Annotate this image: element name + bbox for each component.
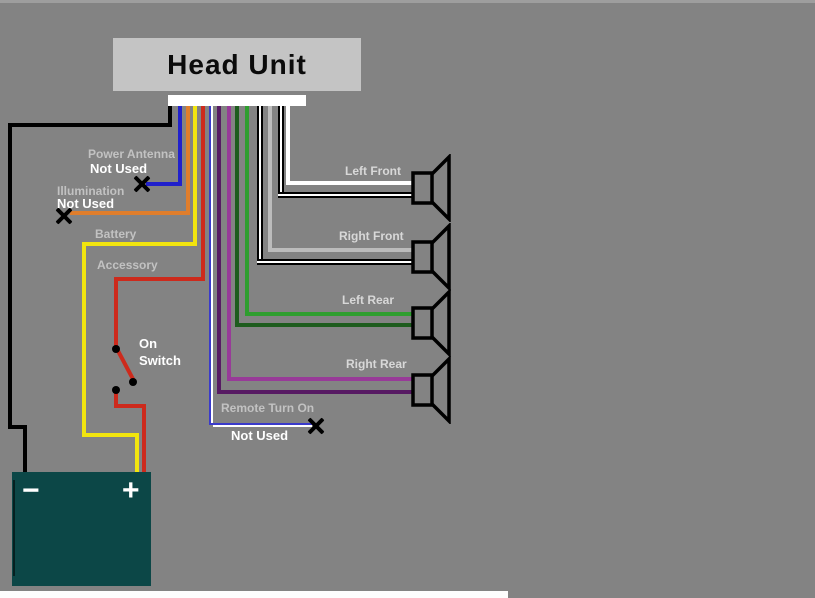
left-rear-neg-wire-segment <box>235 323 413 327</box>
on-switch-label-line2: Switch <box>139 353 181 368</box>
right-front-pos-wire-segment <box>268 248 413 252</box>
right-rear-speaker-label: Right Rear <box>346 357 407 371</box>
battery-wire-segment <box>82 433 139 437</box>
head-unit-title: Head Unit <box>167 49 307 81</box>
power-antenna-not-used-label: Not Used <box>90 161 147 176</box>
battery-wire-segment <box>193 106 197 246</box>
battery-wire-label: Battery <box>95 227 136 241</box>
wiring-diagram-canvas: Head Unit <box>0 0 815 598</box>
left-front-speaker-label: Left Front <box>345 164 401 178</box>
battery-inner-edge-line <box>13 480 15 576</box>
speaker-icon <box>409 289 453 357</box>
head-unit-box: Head Unit <box>113 38 361 91</box>
remote-turn-on-not-used-label: Not Used <box>231 428 288 443</box>
right-front-pos-wire-segment <box>268 106 272 252</box>
battery-box: − + <box>12 472 151 586</box>
remote-turn-on-wire-segment <box>213 425 312 427</box>
on-switch-label-line1: On <box>139 336 157 351</box>
ground-wire-segment <box>8 123 172 127</box>
battery-wire-segment <box>82 242 197 246</box>
left-front-neg-wire-segment <box>278 192 413 198</box>
right-rear-pos-wire-segment <box>227 106 231 381</box>
accessory-wire-label: Accessory <box>97 258 158 272</box>
on-switch-label: On Switch <box>139 335 181 369</box>
switch-terminal-dot <box>112 386 120 394</box>
not-used-x-remote-turn-on <box>306 416 326 436</box>
switch-terminal-dot <box>112 345 120 353</box>
right-rear-neg-wire-segment <box>217 390 413 394</box>
illumination-wire-segment <box>70 211 190 215</box>
not-used-x-power-antenna <box>132 174 152 194</box>
right-rear-speaker-icon <box>409 356 453 424</box>
battery-wire-segment <box>82 242 86 437</box>
left-rear-pos-wire-segment <box>245 312 413 316</box>
right-rear-pos-wire-segment <box>227 377 413 381</box>
accessory-wire-segment <box>142 404 146 472</box>
left-rear-speaker-icon <box>409 289 453 357</box>
accessory-wire-segment <box>201 106 205 281</box>
left-rear-speaker-label: Left Rear <box>342 293 394 307</box>
speaker-icon <box>409 223 453 291</box>
speaker-icon <box>409 356 453 424</box>
battery-wire-segment <box>135 433 139 472</box>
illumination-not-used-label: Not Used <box>57 196 114 211</box>
illumination-wire-segment <box>186 106 190 215</box>
left-front-neg-wire-segment <box>278 106 284 198</box>
switch-blade-end-dot <box>129 378 137 386</box>
top-edge-strip <box>0 0 815 3</box>
bottom-edge-strip <box>0 591 508 598</box>
power-antenna-wire-segment <box>178 106 182 186</box>
battery-minus-terminal: − <box>22 476 40 506</box>
right-front-neg-wire-segment <box>257 259 413 265</box>
right-rear-neg-wire-segment <box>217 106 221 394</box>
battery-plus-terminal: + <box>122 476 140 506</box>
left-rear-pos-wire-segment <box>245 106 249 316</box>
remote-turn-on-label: Remote Turn On <box>221 401 314 415</box>
right-front-neg-wire-segment <box>257 106 263 265</box>
ground-wire-segment <box>23 425 27 472</box>
speaker-icon <box>409 154 453 222</box>
left-front-pos-wire-segment <box>286 181 413 185</box>
remote-turn-on-wire-segment <box>211 106 213 425</box>
right-front-speaker-icon <box>409 223 453 291</box>
head-unit-connector <box>168 95 306 106</box>
left-front-pos-wire-segment <box>286 106 290 185</box>
power-antenna-label: Power Antenna <box>88 147 175 161</box>
accessory-wire-segment <box>114 277 118 349</box>
left-front-speaker-icon <box>409 154 453 222</box>
accessory-wire-segment <box>114 277 205 281</box>
ground-wire-segment <box>8 123 12 429</box>
left-rear-neg-wire-segment <box>235 106 239 327</box>
right-front-speaker-label: Right Front <box>339 229 404 243</box>
